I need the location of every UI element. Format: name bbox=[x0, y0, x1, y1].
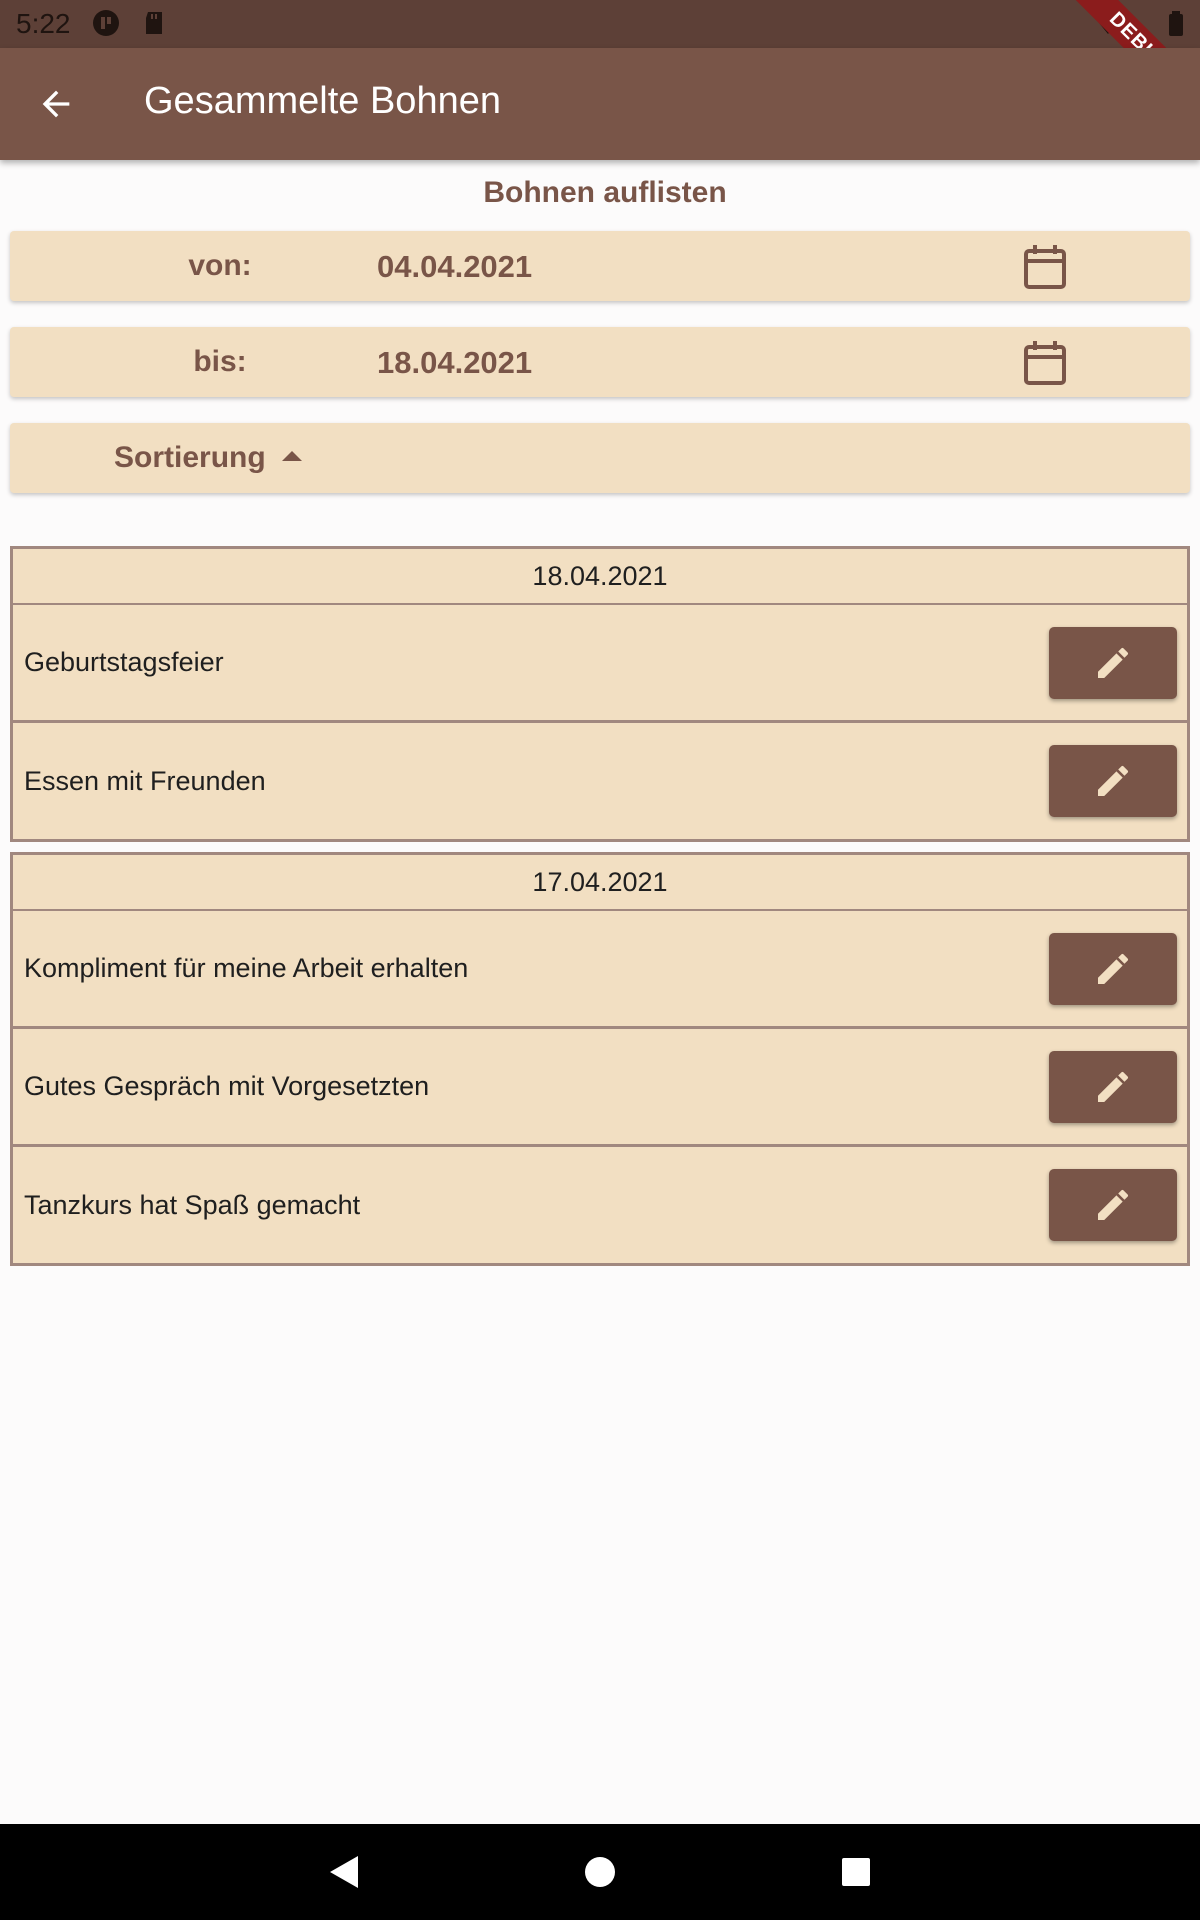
entry-text: Tanzkurs hat Spaß gemacht bbox=[24, 1189, 361, 1220]
edit-button[interactable] bbox=[1049, 627, 1177, 699]
list-item: Essen mit Freunden bbox=[13, 723, 1187, 839]
date-group: 17.04.2021 Kompliment für meine Arbeit e… bbox=[10, 852, 1190, 1266]
group-date-header: 18.04.2021 bbox=[13, 549, 1187, 605]
from-date-value: 04.04.2021 bbox=[377, 249, 533, 284]
list-item: Geburtstagsfeier bbox=[13, 605, 1187, 723]
arrow-back-icon bbox=[42, 90, 70, 118]
date-group: 18.04.2021 Geburtstagsfeier Essen mit Fr… bbox=[10, 546, 1190, 842]
back-button[interactable] bbox=[24, 80, 88, 128]
pencil-icon bbox=[1098, 953, 1129, 984]
group-date-header: 17.04.2021 bbox=[13, 855, 1187, 911]
pencil-icon bbox=[1098, 765, 1129, 796]
app-bar: Gesammelte Bohnen bbox=[0, 48, 1200, 160]
pencil-icon bbox=[1098, 647, 1129, 678]
sd-card-icon bbox=[146, 12, 162, 34]
nav-recents-icon[interactable] bbox=[832, 1848, 880, 1896]
pencil-icon bbox=[1098, 1071, 1129, 1102]
status-time: 5:22 bbox=[16, 8, 71, 39]
edit-button[interactable] bbox=[1049, 933, 1177, 1005]
to-date-picker[interactable]: bis: 18.04.2021 bbox=[10, 327, 1190, 397]
battery-icon bbox=[1169, 11, 1183, 36]
app-notification-icon bbox=[93, 10, 119, 36]
edit-button[interactable] bbox=[1049, 1169, 1177, 1241]
entry-text: Kompliment für meine Arbeit erhalten bbox=[24, 953, 469, 983]
edit-button[interactable] bbox=[1049, 745, 1177, 817]
edit-button[interactable] bbox=[1049, 1051, 1177, 1123]
from-date-picker[interactable]: von: 04.04.2021 bbox=[10, 231, 1190, 301]
entry-text: Geburtstagsfeier bbox=[24, 647, 224, 677]
calendar-icon[interactable] bbox=[1022, 243, 1068, 291]
page-title: Gesammelte Bohnen bbox=[144, 80, 501, 122]
list-heading: Bohnen auflisten bbox=[483, 176, 727, 209]
entry-text: Essen mit Freunden bbox=[24, 765, 266, 796]
to-label: bis: bbox=[193, 345, 247, 378]
sort-label: Sortierung bbox=[114, 441, 266, 474]
list-item: Gutes Gespräch mit Vorgesetzten bbox=[13, 1029, 1187, 1147]
system-nav-bar bbox=[0, 1824, 1200, 1920]
list-item: Tanzkurs hat Spaß gemacht bbox=[13, 1147, 1187, 1263]
nav-back-icon[interactable] bbox=[320, 1848, 368, 1896]
pencil-icon bbox=[1098, 1189, 1129, 1220]
from-label: von: bbox=[188, 249, 252, 282]
to-date-value: 18.04.2021 bbox=[377, 345, 533, 380]
arrow-drop-up-icon bbox=[282, 451, 302, 461]
list-item: Kompliment für meine Arbeit erhalten bbox=[13, 911, 1187, 1029]
sort-toggle[interactable]: Sortierung bbox=[10, 423, 1190, 493]
nav-home-icon[interactable] bbox=[576, 1848, 624, 1896]
status-bar: 5:22 DEBUG bbox=[0, 0, 1200, 139]
entry-text: Gutes Gespräch mit Vorgesetzten bbox=[24, 1071, 430, 1101]
calendar-icon[interactable] bbox=[1022, 339, 1068, 387]
